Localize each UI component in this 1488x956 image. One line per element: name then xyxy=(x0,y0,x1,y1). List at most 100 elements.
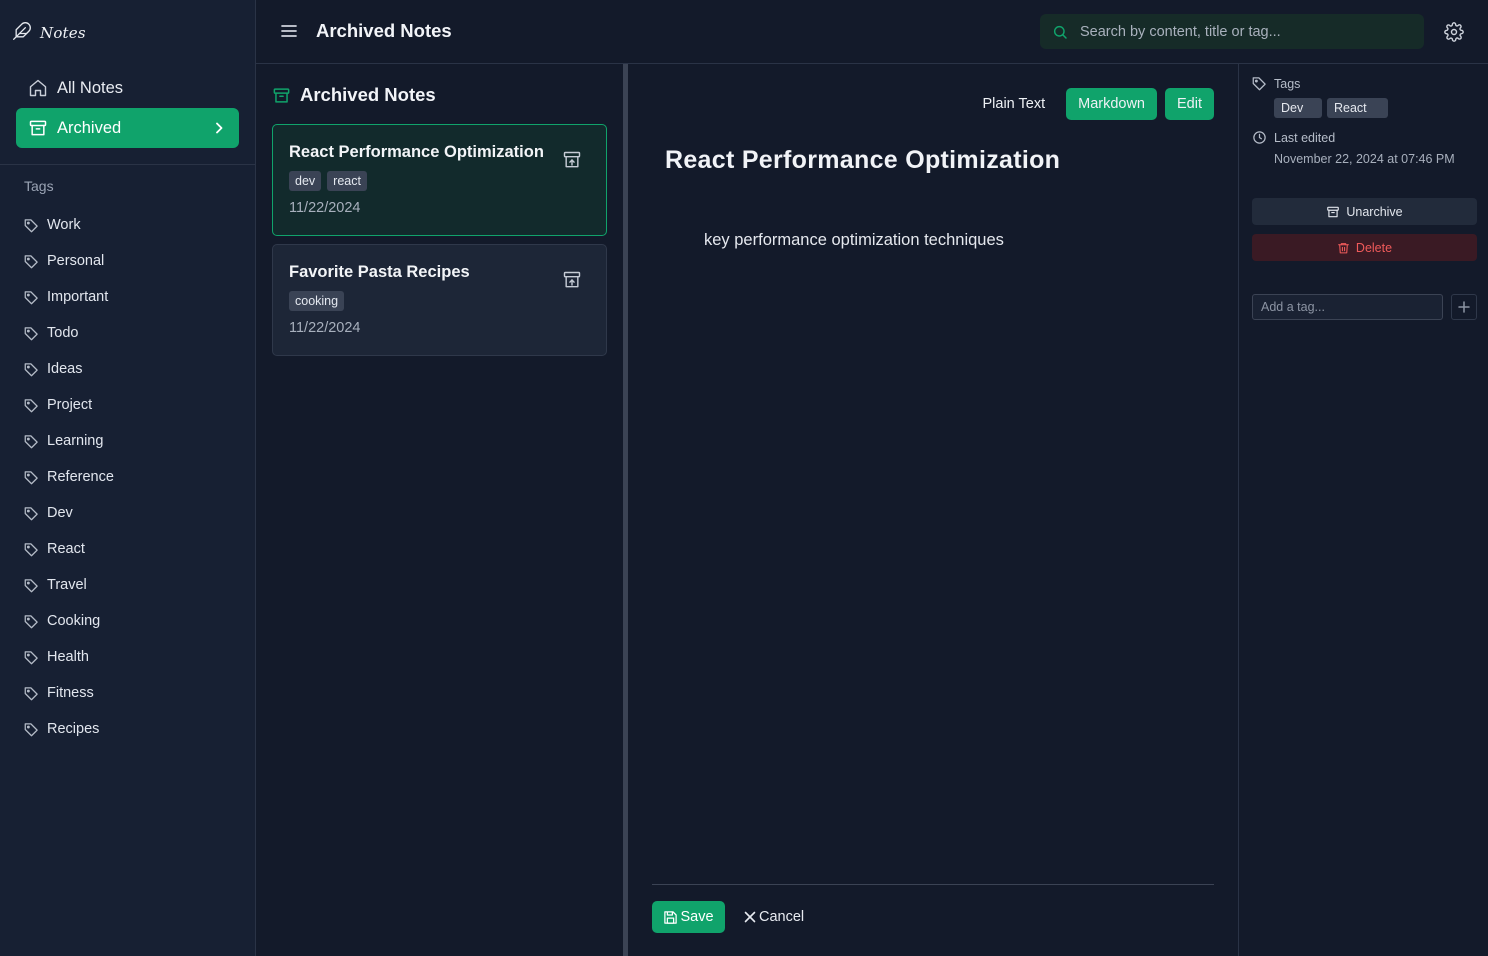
app-logo[interactable]: Notes xyxy=(12,18,86,44)
sidebar-tag-label: Travel xyxy=(47,577,87,593)
note-card[interactable]: Favorite Pasta Recipes cooking 11/22/202… xyxy=(272,244,607,356)
note-card-title: Favorite Pasta Recipes xyxy=(289,263,470,281)
chevron-right-icon xyxy=(213,121,225,135)
sidebar-tag-label: Reference xyxy=(47,469,114,485)
tags-meta-row: Tags xyxy=(1252,76,1300,91)
list-title: Archived Notes xyxy=(300,84,436,105)
search-input[interactable] xyxy=(1080,23,1400,40)
tag-icon xyxy=(24,362,39,377)
sidebar-tag-dev[interactable]: Dev xyxy=(0,495,255,531)
sidebar-tag-label: Work xyxy=(47,217,81,233)
tags-meta-label: Tags xyxy=(1274,76,1301,91)
sidebar-tag-label: React xyxy=(47,541,85,557)
sidebar-tag-fitness[interactable]: Fitness xyxy=(0,675,255,711)
save-icon xyxy=(663,910,678,925)
tag-icon xyxy=(24,254,39,269)
app-logo-text: Notes xyxy=(40,24,86,42)
delete-button[interactable]: Delete xyxy=(1252,234,1477,261)
tag-icon xyxy=(24,578,39,593)
note-tag-chip[interactable]: dev xyxy=(289,171,322,191)
notes-list-panel: Archived Notes React Performance Optimiz… xyxy=(256,64,623,956)
sidebar-tag-recipes[interactable]: Recipes xyxy=(0,711,255,747)
sidebar-tag-label: Personal xyxy=(47,253,105,269)
sidebar-tag-project[interactable]: Project xyxy=(0,387,255,423)
sidebar-tag-health[interactable]: Health xyxy=(0,639,255,675)
plus-icon xyxy=(1458,301,1470,313)
sidebar-tag-todo[interactable]: Todo xyxy=(0,315,255,351)
tags-heading: Tags xyxy=(24,178,54,194)
note-editor: Plain Text Markdown Edit React Performan… xyxy=(628,64,1238,956)
feather-icon xyxy=(12,21,32,41)
last-edited-row: Last edited xyxy=(1252,130,1335,145)
archive-icon xyxy=(28,118,48,138)
tag-icon xyxy=(24,722,39,737)
list-header: Archived Notes xyxy=(272,84,436,106)
add-tag-button[interactable] xyxy=(1451,294,1477,320)
sidebar-tag-react[interactable]: React xyxy=(0,531,255,567)
tag-icon xyxy=(24,218,39,233)
last-edited-label: Last edited xyxy=(1274,130,1336,145)
tag-icon xyxy=(24,542,39,557)
sidebar-divider xyxy=(0,164,255,165)
sidebar-tag-cooking[interactable]: Cooking xyxy=(0,603,255,639)
clock-icon xyxy=(1252,130,1267,145)
note-heading: React Performance Optimization xyxy=(665,146,1061,174)
note-card-title: React Performance Optimization xyxy=(289,143,544,161)
sidebar-tag-label: Ideas xyxy=(47,361,83,377)
last-edited-value: November 22, 2024 at 07:46 PM xyxy=(1274,152,1455,166)
tag-icon xyxy=(24,326,39,341)
editor-divider xyxy=(652,884,1214,885)
tag-icon xyxy=(24,686,39,701)
note-card-date: 11/22/2024 xyxy=(289,320,361,336)
tag-icon xyxy=(24,290,39,305)
sidebar-tag-important[interactable]: Important xyxy=(0,279,255,315)
search-bar[interactable] xyxy=(1040,14,1424,49)
sidebar-tag-personal[interactable]: Personal xyxy=(0,243,255,279)
tag-icon xyxy=(24,434,39,449)
tag-icon xyxy=(24,398,39,413)
note-body[interactable]: key performance optimization techniques xyxy=(704,231,1004,250)
sidebar: Notes All Notes Archived Tags Work Perso… xyxy=(0,0,256,956)
sidebar-tag-ideas[interactable]: Ideas xyxy=(0,351,255,387)
gear-icon[interactable] xyxy=(1444,22,1464,42)
sidebar-tag-label: Health xyxy=(47,649,89,665)
delete-label: Delete xyxy=(1355,240,1393,255)
unarchive-button[interactable]: Unarchive xyxy=(1252,198,1477,225)
note-tag-chip[interactable]: react xyxy=(327,171,367,191)
sidebar-tag-label: Learning xyxy=(47,433,104,449)
tag-icon xyxy=(24,506,39,521)
nav-archived[interactable]: Archived xyxy=(16,108,239,148)
sidebar-tag-label: Project xyxy=(47,397,93,413)
menu-icon[interactable] xyxy=(280,22,298,40)
save-button[interactable]: Save xyxy=(652,901,725,933)
search-icon xyxy=(1052,24,1068,40)
sidebar-tag-work[interactable]: Work xyxy=(0,207,255,243)
trash-icon xyxy=(1337,241,1350,255)
tag-icon xyxy=(1252,76,1267,91)
add-tag-input[interactable] xyxy=(1252,294,1443,320)
unarchive-icon[interactable] xyxy=(562,270,582,290)
cancel-button[interactable]: Cancel xyxy=(744,901,804,933)
plain-text-button[interactable]: Plain Text xyxy=(970,88,1059,120)
unarchive-label: Unarchive xyxy=(1346,204,1403,219)
note-tag-chip[interactable]: cooking xyxy=(289,291,345,311)
archive-icon xyxy=(1326,205,1340,219)
unarchive-icon[interactable] xyxy=(562,150,582,170)
note-tag-chip[interactable]: Dev xyxy=(1274,98,1322,118)
home-icon xyxy=(28,78,48,98)
archive-icon xyxy=(272,86,291,105)
nav-all-notes[interactable]: All Notes xyxy=(16,68,239,108)
note-card[interactable]: React Performance Optimization dev react… xyxy=(272,124,607,236)
sidebar-tag-travel[interactable]: Travel xyxy=(0,567,255,603)
cancel-label: Cancel xyxy=(759,909,805,925)
nav-archived-label: Archived xyxy=(57,118,122,137)
markdown-button[interactable]: Markdown xyxy=(1066,88,1157,120)
page-title: Archived Notes xyxy=(316,20,452,41)
note-tag-chip[interactable]: React xyxy=(1327,98,1388,118)
sidebar-tag-reference[interactable]: Reference xyxy=(0,459,255,495)
sidebar-tag-label: Dev xyxy=(47,505,73,521)
edit-button[interactable]: Edit xyxy=(1165,88,1214,120)
sidebar-tag-learning[interactable]: Learning xyxy=(0,423,255,459)
save-label: Save xyxy=(680,909,714,925)
tag-icon xyxy=(24,650,39,665)
